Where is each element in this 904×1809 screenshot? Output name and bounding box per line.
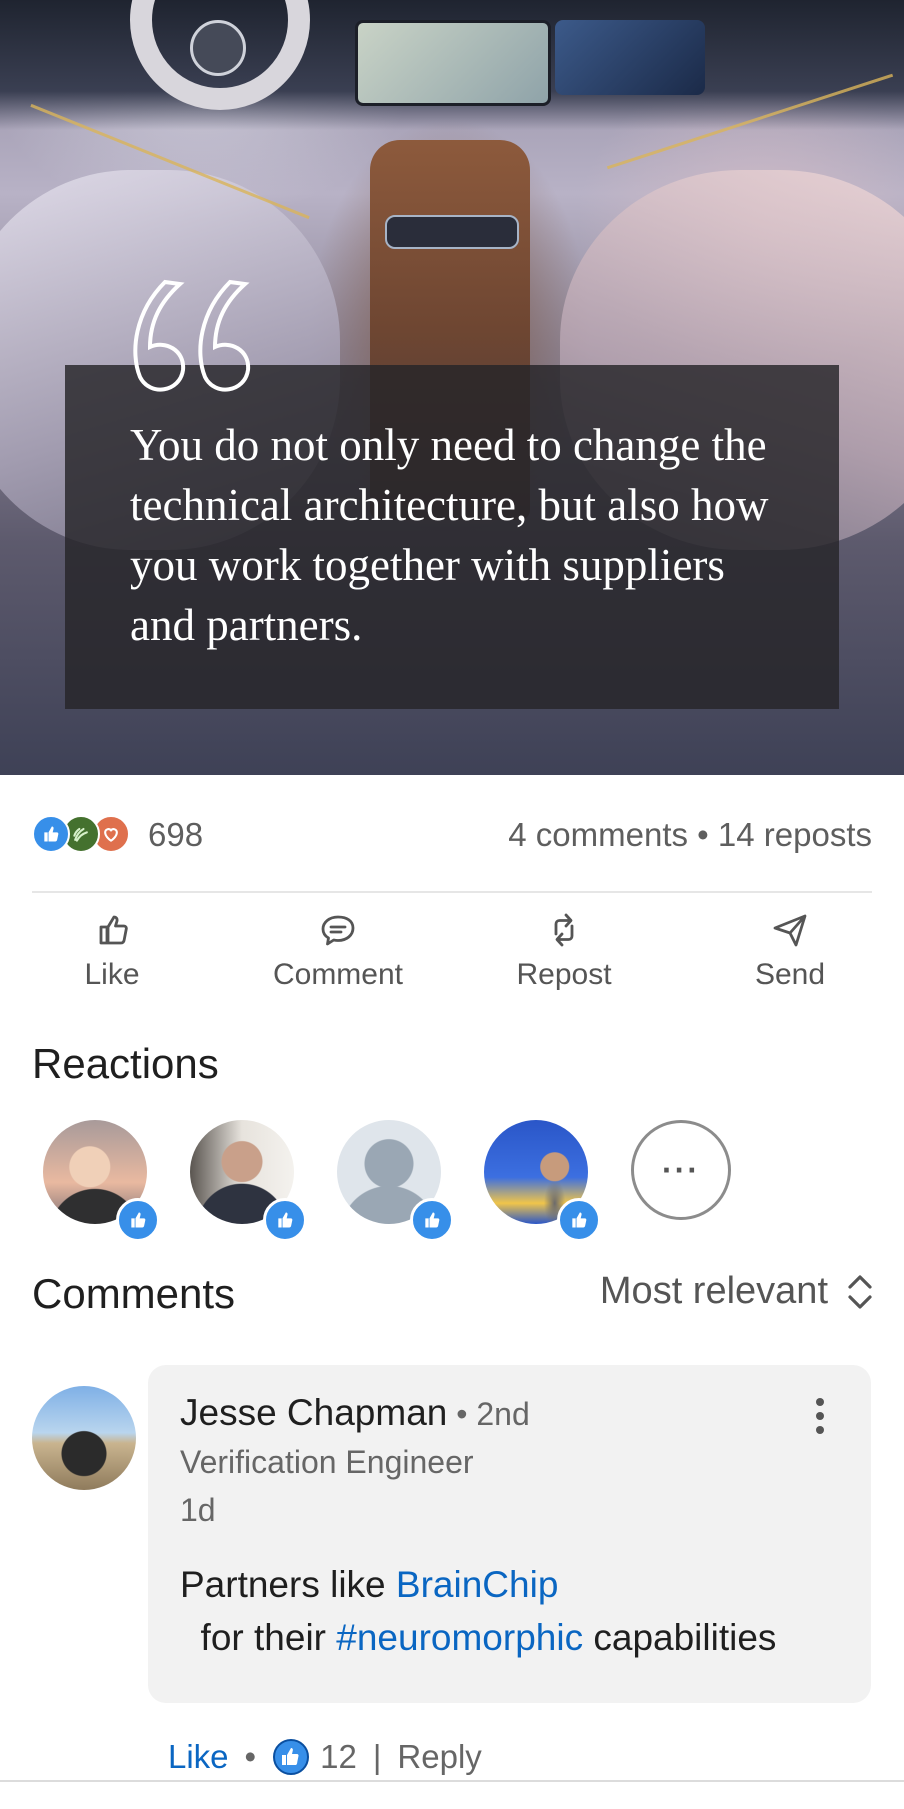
separator-dot: • (244, 1738, 257, 1775)
navigation-screen-graphic (355, 20, 551, 106)
passenger-screen-graphic (555, 20, 705, 95)
repost-label: Repost (516, 958, 612, 991)
comment-like-button[interactable]: Like (168, 1738, 229, 1776)
action-bar: Like Comment Repost Send (0, 910, 904, 1010)
like-icon (32, 815, 70, 853)
more-reactions-button[interactable]: ··· (631, 1120, 731, 1220)
comment-label: Comment (272, 958, 404, 991)
comment-like-count[interactable]: 12 (320, 1738, 357, 1776)
connection-degree: • 2nd (447, 1396, 530, 1432)
commenter-headline: Verification Engineer (180, 1444, 474, 1480)
social-counts: 698 4 comments • 14 reposts (32, 805, 872, 865)
comment-button[interactable]: Comment (248, 910, 428, 992)
comments-reposts-count[interactable]: 4 comments • 14 reposts (508, 816, 872, 854)
like-badge-icon (263, 1198, 307, 1242)
steering-logo-graphic (190, 20, 246, 76)
comment-options-icon[interactable] (810, 1398, 830, 1438)
send-label: Send (754, 958, 826, 991)
like-badge-icon (410, 1198, 454, 1242)
comment-text-part: for their (180, 1617, 337, 1658)
comment-reply-button[interactable]: Reply (397, 1738, 481, 1776)
repost-icon (554, 913, 574, 947)
sort-toggle-icon (848, 1274, 872, 1309)
divider (32, 891, 872, 893)
comment-text-part: Partners like (180, 1564, 396, 1605)
comment-icon (321, 915, 355, 946)
comment-timestamp: 1d (180, 1492, 216, 1528)
thumbs-up-icon (99, 915, 128, 945)
comment-actions: Like • 12 | Reply (168, 1738, 482, 1776)
console-controls-graphic (385, 215, 519, 249)
comment-text: Partners like BrainChip for their #neuro… (180, 1558, 840, 1664)
reactions-heading: Reactions (32, 1040, 219, 1087)
reaction-icons[interactable] (32, 815, 137, 855)
repost-button[interactable]: Repost (474, 910, 654, 992)
like-count-icon (273, 1739, 310, 1775)
commenter-avatar[interactable] (32, 1386, 136, 1490)
sort-dropdown[interactable]: Most relevant (600, 1270, 874, 1313)
like-label: Like (84, 958, 140, 991)
quote-mark-icon (133, 279, 251, 392)
send-button[interactable]: Send (700, 910, 880, 992)
comments-heading: Comments (32, 1270, 236, 1317)
commenter-name[interactable]: Jesse Chapman (180, 1392, 447, 1433)
like-button[interactable]: Like (22, 910, 202, 992)
mention-link[interactable]: BrainChip (396, 1564, 558, 1605)
like-badge-icon (116, 1198, 160, 1242)
hashtag-link[interactable]: #neuromorphic (336, 1617, 583, 1658)
reaction-count[interactable]: 698 (148, 816, 203, 854)
separator-bar: | (372, 1738, 382, 1775)
divider (0, 1780, 904, 1782)
commenter-name-row[interactable]: Jesse Chapman • 2nd (180, 1392, 530, 1434)
quote-text: You do not only need to change the techn… (130, 420, 769, 650)
post-image[interactable]: You do not only need to change the techn… (0, 0, 904, 775)
send-icon (773, 914, 807, 947)
like-badge-icon (557, 1198, 601, 1242)
more-icon: ··· (662, 1151, 700, 1188)
comment-text-part: capabilities (583, 1617, 777, 1658)
sort-label: Most relevant (599, 1270, 828, 1312)
